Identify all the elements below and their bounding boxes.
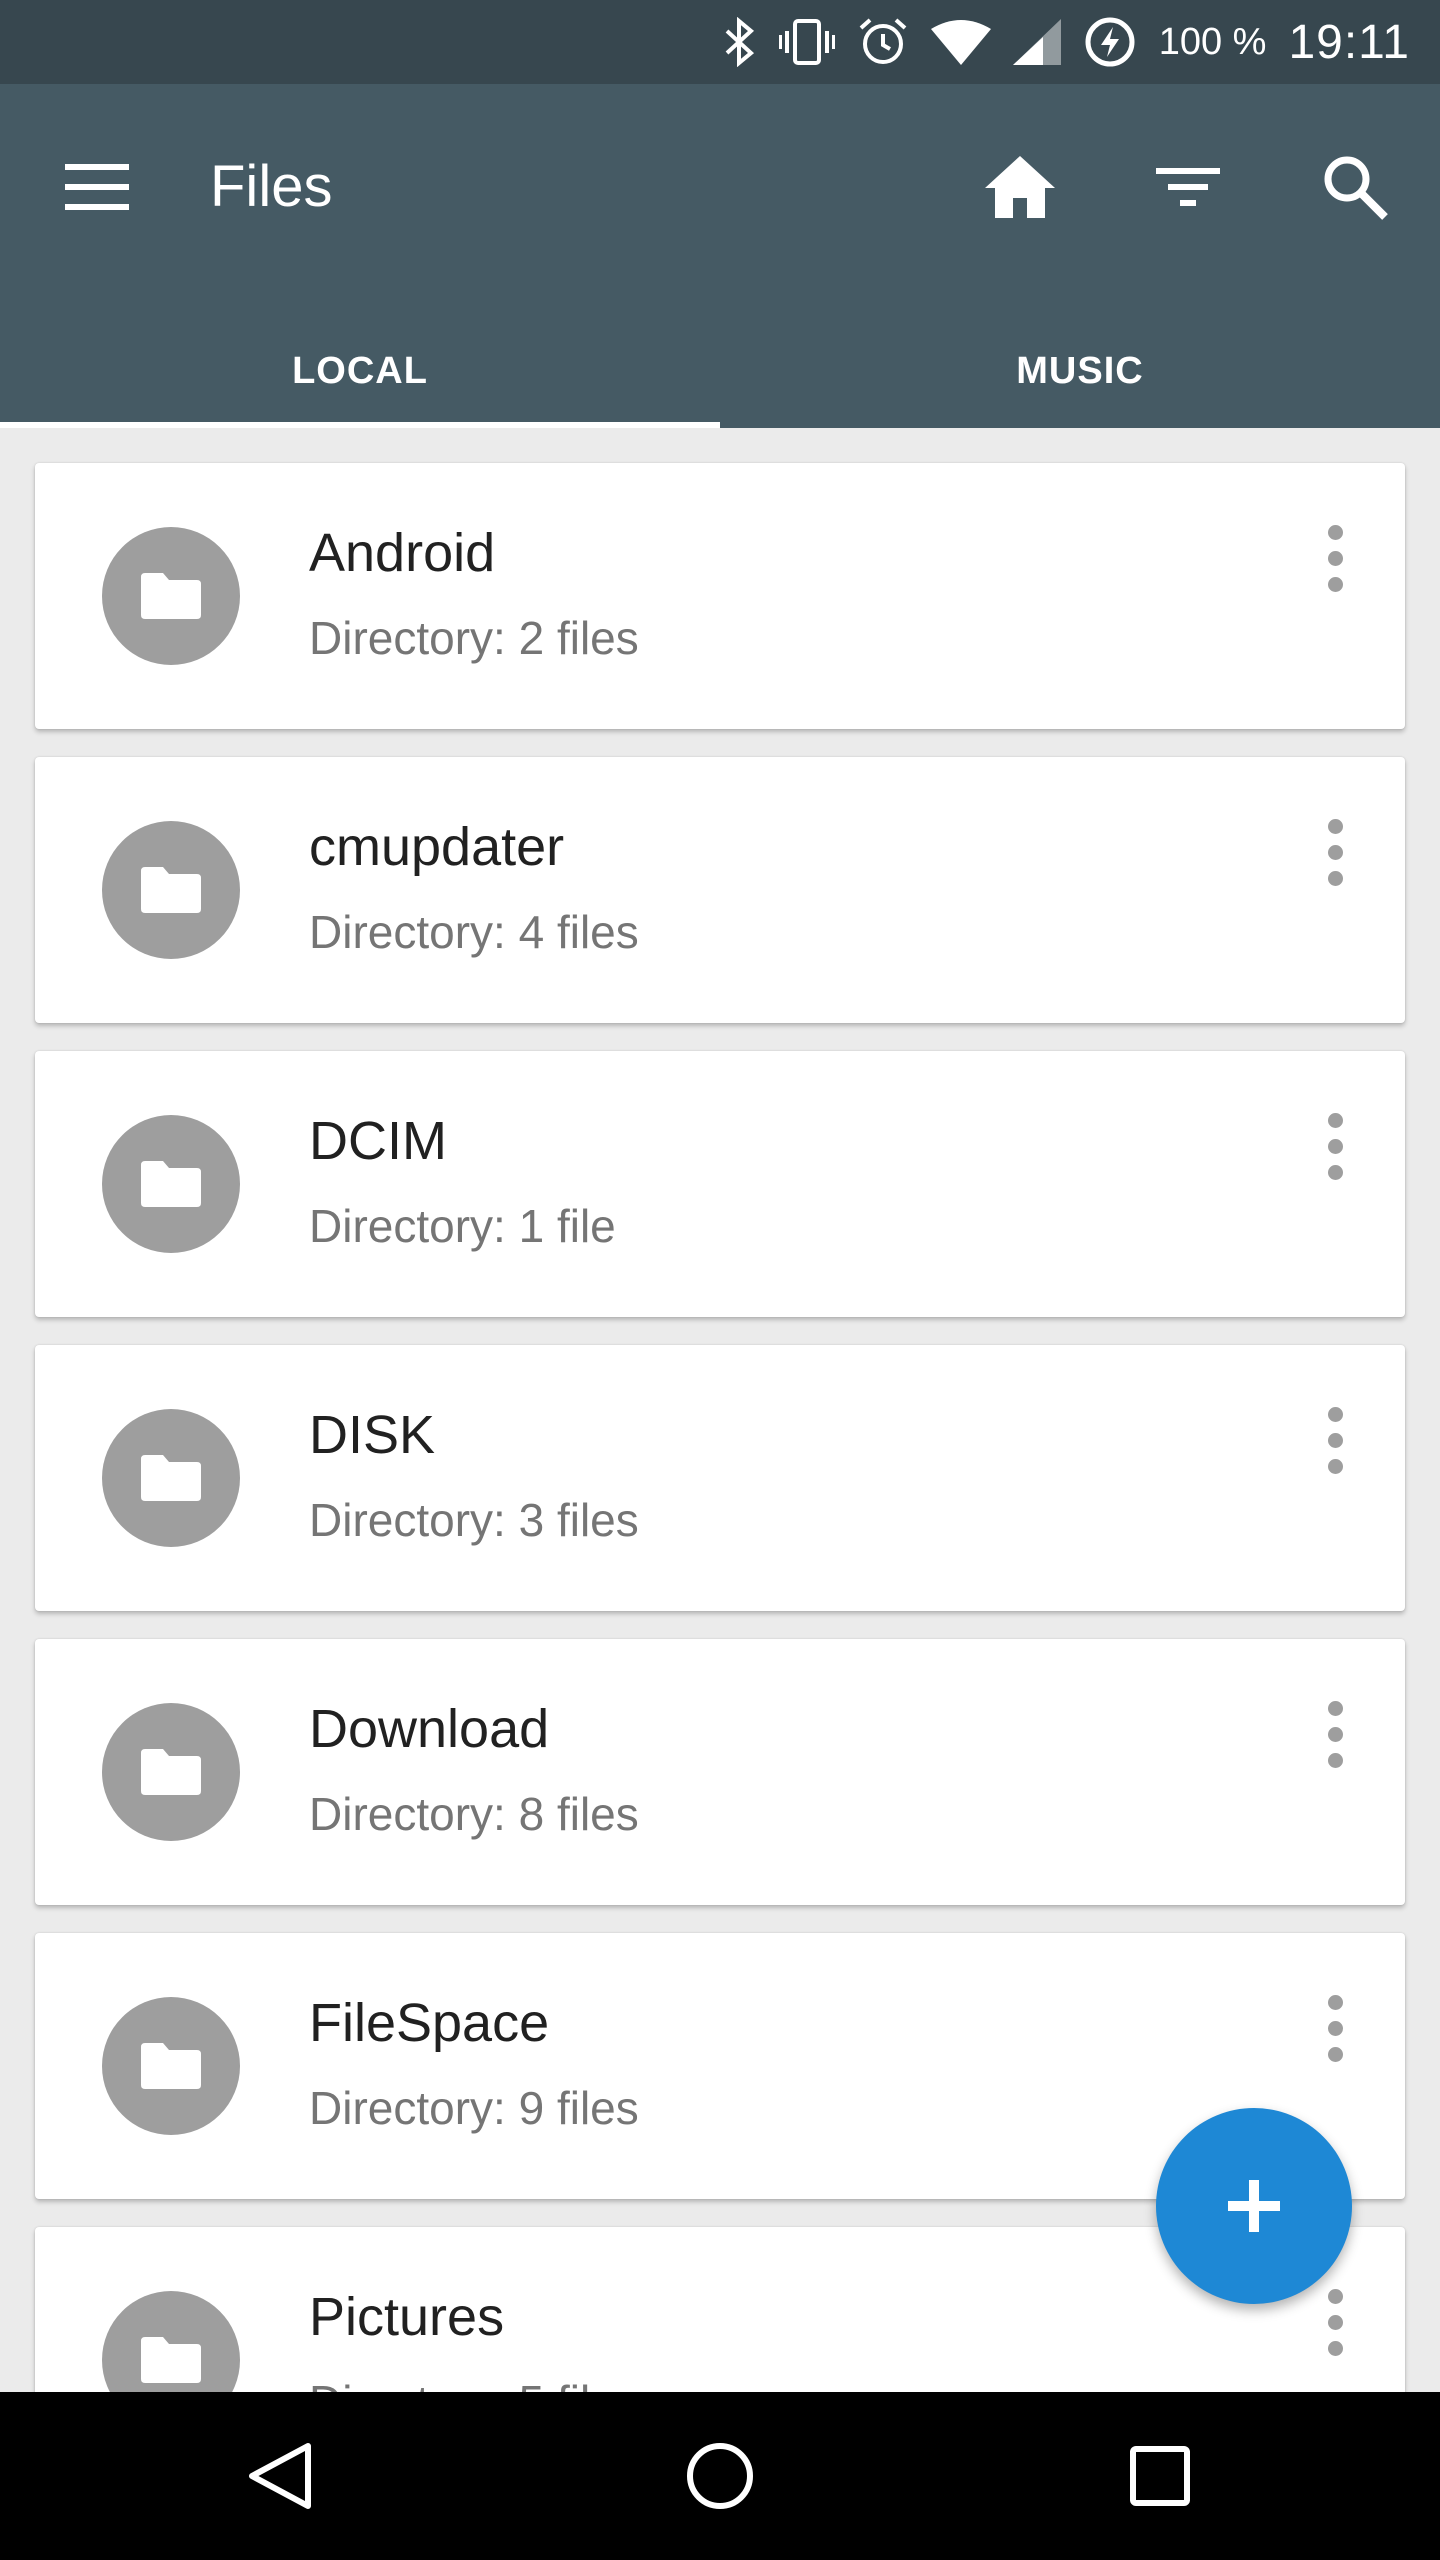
navigation-bar [0,2392,1440,2560]
folder-avatar [102,2291,240,2392]
clock: 19:11 [1288,15,1410,69]
file-name: cmupdater [309,817,565,877]
folder-avatar [102,1703,240,1841]
menu-button[interactable] [60,150,134,224]
file-detail: Directory: 1 file [309,1200,616,1252]
file-list: Android Directory: 2 files cmupdater Dir… [0,428,1440,2392]
more-vert-icon [1327,1700,1343,1716]
file-detail: Directory: 3 files [309,1494,639,1546]
folder-icon [141,1749,201,1795]
more-vert-icon [1327,1994,1343,2010]
battery-charging-icon [1085,17,1135,67]
folder-icon [141,573,201,619]
file-detail: Directory: 4 files [309,906,639,958]
folder-icon [141,2043,201,2089]
plus-icon [1228,2180,1280,2232]
alarm-icon [859,18,907,64]
signal-icon [1012,19,1061,65]
file-detail: Directory: 8 files [309,1788,639,1840]
hamburger-menu-icon [65,164,129,210]
tab-music[interactable]: MUSIC [720,314,1440,428]
more-options-button[interactable] [1305,1689,1365,1779]
screen: 100 % 19:11 Files LOCAL MUSIC Android Di… [0,0,1440,2560]
more-options-button[interactable] [1305,513,1365,603]
square-recents-icon [1130,2446,1190,2506]
wifi-icon [930,20,991,65]
file-detail: Directory: 2 files [309,612,639,664]
folder-avatar [102,1409,240,1547]
more-options-button[interactable] [1305,1101,1365,1191]
battery-percentage: 100 % [1158,20,1267,63]
search-icon [1324,156,1388,220]
filter-button[interactable] [1143,142,1233,232]
vibrate-icon [778,19,835,65]
folder-icon [141,2337,201,2383]
more-options-button[interactable] [1305,2277,1365,2367]
filter-icon [1156,168,1220,206]
recents-button[interactable] [1110,2426,1210,2526]
folder-icon [141,1455,201,1501]
page-title: Files [210,154,333,219]
more-vert-icon [1327,2288,1343,2304]
list-item[interactable]: cmupdater Directory: 4 files [35,757,1405,1023]
list-item[interactable]: Download Directory: 8 files [35,1639,1405,1905]
more-vert-icon [1327,1406,1343,1422]
bluetooth-icon [725,17,754,67]
file-name: DISK [309,1405,436,1465]
tab-music-label: MUSIC [1016,349,1144,392]
folder-avatar [102,527,240,665]
list-item[interactable]: DCIM Directory: 1 file [35,1051,1405,1317]
file-name: Pictures [309,2287,505,2347]
app-bar: Files LOCAL MUSIC [0,84,1440,428]
tab-local-label: LOCAL [292,349,428,392]
file-name: FileSpace [309,1993,550,2053]
search-button[interactable] [1310,142,1400,232]
folder-icon [141,1161,201,1207]
list-item[interactable]: Android Directory: 2 files [35,463,1405,729]
back-icon [249,2443,311,2509]
circle-home-icon [687,2443,753,2509]
folder-avatar [102,821,240,959]
file-detail: Directory: 5 files [309,2372,639,2392]
status-bar: 100 % 19:11 [0,0,1440,84]
more-options-button[interactable] [1305,807,1365,897]
more-vert-icon [1327,524,1343,540]
file-detail: Directory: 9 files [309,2082,639,2134]
file-name: Android [309,523,496,583]
home-nav-button[interactable] [670,2426,770,2526]
file-name: DCIM [309,1111,447,1171]
home-icon [985,156,1055,218]
add-button[interactable] [1156,2108,1352,2304]
more-vert-icon [1327,1112,1343,1128]
folder-icon [141,867,201,913]
home-button[interactable] [975,142,1065,232]
back-button[interactable] [230,2426,330,2526]
tab-local[interactable]: LOCAL [0,314,720,428]
folder-avatar [102,1997,240,2135]
more-vert-icon [1327,818,1343,834]
list-item[interactable]: DISK Directory: 3 files [35,1345,1405,1611]
folder-avatar [102,1115,240,1253]
file-name: Download [309,1699,550,1759]
more-options-button[interactable] [1305,1983,1365,2073]
more-options-button[interactable] [1305,1395,1365,1485]
tab-bar: LOCAL MUSIC [0,314,1440,428]
